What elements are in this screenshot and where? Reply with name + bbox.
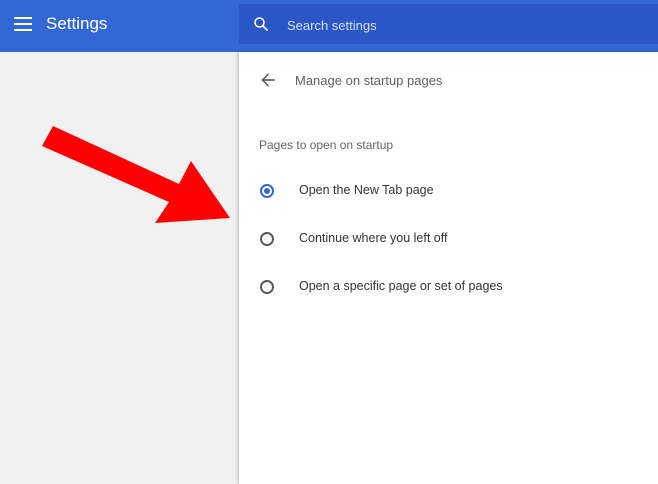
- radio-label: Continue where you left off: [299, 231, 448, 245]
- section-label: Pages to open on startup: [259, 138, 394, 152]
- radio-option-continue[interactable]: Continue where you left off: [259, 226, 639, 256]
- subpage-title: Manage on startup pages: [295, 73, 443, 88]
- startup-pages-card: Manage on startup pages Pages to open on…: [239, 52, 658, 484]
- search-box[interactable]: [239, 4, 658, 44]
- radio-option-specific-pages[interactable]: Open a specific page or set of pages: [259, 274, 639, 304]
- app-title: Settings: [46, 14, 108, 33]
- radio-label: Open a specific page or set of pages: [299, 279, 503, 293]
- radio-option-new-tab[interactable]: Open the New Tab page: [259, 178, 639, 208]
- search-icon: [254, 17, 268, 31]
- search-input[interactable]: [285, 12, 649, 38]
- top-toolbar: Settings: [0, 0, 658, 52]
- radio-checked-icon[interactable]: [260, 184, 274, 198]
- radio-label: Open the New Tab page: [299, 183, 434, 197]
- radio-unchecked-icon[interactable]: [260, 280, 274, 294]
- arrow-back-icon[interactable]: [258, 70, 278, 90]
- radio-unchecked-icon[interactable]: [260, 232, 274, 246]
- hamburger-menu-icon[interactable]: [14, 14, 34, 34]
